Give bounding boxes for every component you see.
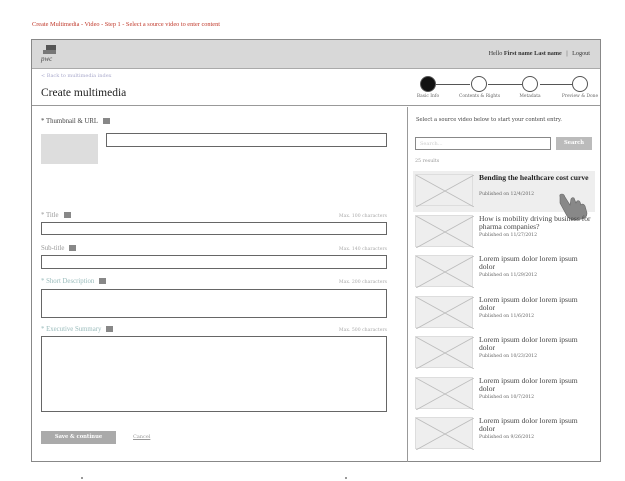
title-label: * Title bbox=[41, 212, 71, 219]
short-description-label: * Short Description bbox=[41, 278, 107, 285]
step-contents-rights[interactable]: Contents & Rights bbox=[459, 76, 501, 99]
video-date: Published on 10/23/2012 bbox=[479, 354, 538, 359]
video-date: Published on 11/6/2012 bbox=[479, 313, 535, 319]
image-placeholder-icon bbox=[415, 417, 474, 450]
subtitle-field[interactable] bbox=[41, 255, 387, 269]
breadcrumb[interactable]: < Back to multimedia index bbox=[41, 73, 112, 79]
pwc-logo[interactable]: pwc bbox=[41, 45, 59, 64]
info-icon[interactable] bbox=[63, 212, 71, 219]
short-description-label-text: * Short Description bbox=[41, 278, 95, 285]
cancel-link[interactable]: Cancel bbox=[133, 434, 150, 440]
video-title: Lorem ipsum dolor lorem ipsum dolor bbox=[479, 254, 578, 272]
info-icon[interactable] bbox=[106, 326, 114, 333]
video-list: Bending the healthcare cost curve Publish… bbox=[413, 171, 595, 455]
logo-mark-base-icon bbox=[43, 50, 56, 54]
image-placeholder-icon bbox=[415, 295, 474, 329]
thumbnail-url-label-text: * Thumbnail & URL bbox=[41, 118, 99, 125]
search-button[interactable]: Search bbox=[556, 137, 592, 150]
top-bar: pwc Hello First name Last name | Logout bbox=[32, 40, 600, 69]
info-icon[interactable] bbox=[103, 118, 111, 125]
subtitle-max-chars: Max. 140 characters bbox=[338, 247, 387, 252]
title-field[interactable] bbox=[41, 222, 387, 235]
video-title: How is mobility driving business for pha… bbox=[479, 213, 591, 231]
step-basic-info[interactable]: Basic Info bbox=[408, 76, 448, 99]
executive-summary-max-chars: Max. 500 characters bbox=[338, 328, 387, 333]
greeting: Hello bbox=[488, 50, 503, 57]
step-indicator: Basic Info Contents & Rights Metadata Pr… bbox=[408, 76, 598, 102]
footer-dot bbox=[81, 477, 83, 479]
executive-summary-label-text: * Executive Summary bbox=[41, 326, 102, 333]
video-title: Lorem ipsum dolor lorem ipsum dolor bbox=[479, 416, 578, 434]
user-menu: Hello First name Last name | Logout bbox=[489, 50, 590, 57]
title-label-text: * Title bbox=[41, 212, 59, 219]
page-caption: Create Multimedia - Video - Step 1 - Sel… bbox=[32, 21, 221, 28]
step-circle-active bbox=[420, 76, 436, 92]
footer-dot bbox=[345, 477, 347, 479]
executive-summary-field[interactable] bbox=[41, 336, 387, 412]
step-circle bbox=[572, 76, 588, 92]
video-date: Published on 12/4/2012 bbox=[479, 192, 535, 197]
page-title: Create multimedia bbox=[41, 87, 127, 99]
video-list-item[interactable]: Lorem ipsum dolor lorem ipsum dolor Publi… bbox=[413, 252, 595, 293]
step-label: Basic Info bbox=[416, 94, 440, 99]
image-placeholder-icon bbox=[415, 214, 474, 248]
logout-link[interactable]: Logout bbox=[572, 50, 590, 57]
subtitle-label: Sub-title bbox=[41, 245, 77, 252]
result-count: 25 results bbox=[415, 159, 440, 164]
save-continue-button[interactable]: Save & continue bbox=[41, 431, 116, 444]
video-title: Lorem ipsum dolor lorem ipsum dolor bbox=[479, 335, 578, 353]
short-description-max-chars: Max. 200 characters bbox=[338, 280, 387, 285]
executive-summary-label: * Executive Summary bbox=[41, 326, 114, 333]
search-input[interactable]: Search... bbox=[415, 137, 551, 150]
video-list-item[interactable]: How is mobility driving business for pha… bbox=[413, 212, 595, 253]
info-icon[interactable] bbox=[69, 245, 77, 252]
step-metadata[interactable]: Metadata bbox=[510, 76, 550, 99]
url-field[interactable] bbox=[106, 133, 387, 147]
short-description-field[interactable] bbox=[41, 289, 387, 318]
video-title: Lorem ipsum dolor lorem ipsum dolor bbox=[479, 294, 578, 312]
title-max-chars: Max. 100 characters bbox=[338, 214, 387, 219]
app-window: pwc Hello First name Last name | Logout … bbox=[31, 39, 601, 462]
info-icon[interactable] bbox=[99, 278, 107, 285]
video-list-item[interactable]: Lorem ipsum dolor lorem ipsum dolor Publi… bbox=[413, 293, 595, 334]
thumbnail-url-label: * Thumbnail & URL bbox=[41, 118, 111, 125]
step-label: Metadata bbox=[519, 94, 541, 99]
image-placeholder-icon bbox=[415, 336, 474, 369]
video-date: Published on 9/26/2012 bbox=[479, 435, 535, 440]
video-date: Published on 10/7/2012 bbox=[479, 394, 535, 400]
image-placeholder-icon bbox=[415, 255, 474, 288]
video-list-item[interactable]: Lorem ipsum dolor lorem ipsum dolor Publi… bbox=[413, 333, 595, 374]
step-preview-done[interactable]: Preview & Done bbox=[560, 76, 600, 99]
image-placeholder-icon bbox=[415, 174, 474, 207]
step-circle bbox=[471, 76, 487, 92]
step-label: Preview & Done bbox=[561, 94, 599, 99]
step-label: Contents & Rights bbox=[459, 94, 501, 99]
image-placeholder-icon bbox=[415, 376, 474, 410]
video-date: Published on 11/29/2012 bbox=[479, 273, 538, 278]
source-instruction: Select a source video below to start you… bbox=[416, 117, 562, 123]
separator: | bbox=[566, 50, 568, 57]
video-title: Bending the healthcare cost curve bbox=[479, 173, 589, 182]
user-name[interactable]: First name Last name bbox=[504, 50, 562, 57]
video-list-item[interactable]: Bending the healthcare cost curve Publish… bbox=[413, 171, 595, 221]
source-video-panel: Select a source video below to start you… bbox=[409, 107, 601, 462]
video-date: Published on 11/27/2012 bbox=[479, 232, 538, 238]
video-list-item[interactable]: Lorem ipsum dolor lorem ipsum dolor Publi… bbox=[413, 414, 595, 455]
video-list-item[interactable]: Lorem ipsum dolor lorem ipsum dolor Publi… bbox=[413, 374, 595, 415]
thumbnail-preview bbox=[41, 134, 98, 164]
logo-text: pwc bbox=[41, 55, 53, 63]
content-form: * Thumbnail & URL * Title Max. 100 chara… bbox=[32, 107, 408, 462]
step-circle bbox=[522, 76, 538, 92]
subtitle-label-text: Sub-title bbox=[41, 245, 65, 252]
video-title: Lorem ipsum dolor lorem ipsum dolor bbox=[479, 375, 578, 393]
